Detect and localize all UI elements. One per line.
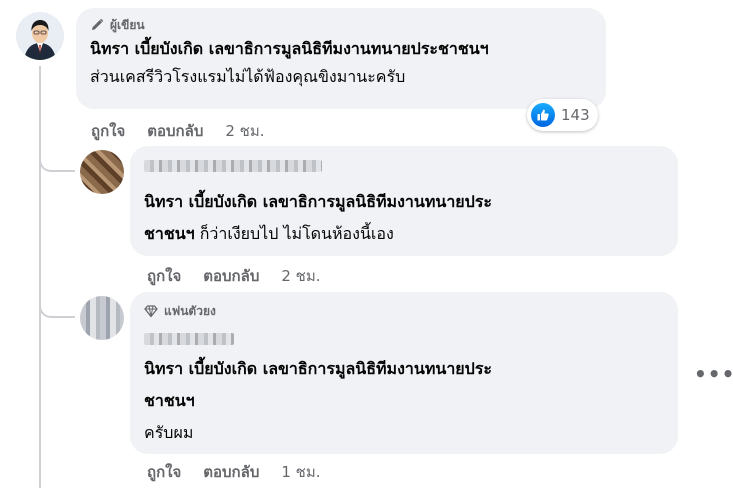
reply-button[interactable]: ตอบกลับ	[203, 264, 259, 288]
like-icon	[531, 103, 555, 127]
badge-label: ผู้เขียน	[110, 17, 145, 32]
pencil-icon	[92, 18, 104, 30]
reaction-count: 143	[561, 106, 590, 124]
reaction-summary[interactable]: 143	[527, 99, 598, 131]
comment-actions: ถูกใจ ตอบกลับ 1 ชม.	[147, 460, 321, 484]
top-fan-badge: แฟนตัวยง	[144, 303, 662, 319]
comment-bubble: นิทรา เบี้ยบังเกิด เลขาธิการมูลนิธิทีมงา…	[130, 146, 678, 256]
thread-branch	[39, 148, 75, 172]
reply-button[interactable]: ตอบกลับ	[203, 460, 259, 484]
comment-text: ก็ว่าเงียบไป ไม่โดนห้องนี้เอง	[194, 224, 394, 243]
comment-timestamp[interactable]: 2 ชม.	[225, 119, 264, 143]
commenter-name-redacted[interactable]	[144, 160, 322, 172]
thread-line	[39, 66, 41, 488]
author-portrait-icon	[16, 12, 64, 60]
badge-label: แฟนตัวยง	[164, 303, 216, 318]
author-badge: ผู้เขียน	[90, 17, 592, 33]
mention-tag[interactable]: นิทรา เบี้ยบังเกิด เลขาธิการมูลนิธิทีมงา…	[144, 186, 662, 218]
comment-actions: ถูกใจ ตอบกลับ 2 ชม.	[91, 119, 265, 143]
thread-branch	[39, 294, 75, 318]
diamond-icon	[144, 305, 158, 318]
commenter-avatar[interactable]	[80, 150, 124, 194]
like-button[interactable]: ถูกใจ	[147, 264, 181, 288]
comment-text: ครับผม	[144, 423, 194, 442]
like-button[interactable]: ถูกใจ	[147, 460, 181, 484]
comment-body: นิทรา เบี้ยบังเกิด เลขาธิการมูลนิธิทีมงา…	[144, 353, 662, 449]
more-options-icon[interactable]: •••	[694, 362, 733, 386]
comment-timestamp[interactable]: 1 ชม.	[281, 460, 320, 484]
like-button[interactable]: ถูกใจ	[91, 119, 125, 143]
mention-tag[interactable]: นิทรา เบี้ยบังเกิด เลขาธิการมูลนิธิทีมงา…	[144, 353, 662, 385]
mention-tag-cont[interactable]: ชาชนฯ	[144, 224, 195, 243]
reply-button[interactable]: ตอบกลับ	[147, 119, 203, 143]
comment-body: นิทรา เบี้ยบังเกิด เลขาธิการมูลนิธิทีมงา…	[144, 186, 662, 250]
commenter-avatar[interactable]	[80, 296, 124, 340]
comment-bubble: แฟนตัวยง นิทรา เบี้ยบังเกิด เลขาธิการมูล…	[130, 292, 678, 454]
comment-timestamp[interactable]: 2 ชม.	[281, 264, 320, 288]
author-avatar[interactable]	[16, 12, 64, 60]
comment-text: ส่วนเคสรีวิวโรงแรมไม่ได้ฟ้องคุณขิงมานะคร…	[90, 67, 406, 86]
comment-bubble: ผู้เขียน นิทรา เบี้ยบังเกิด เลขาธิการมูล…	[76, 8, 606, 109]
commenter-name-redacted[interactable]	[144, 333, 234, 345]
mention-tag-cont[interactable]: ชาชนฯ	[144, 385, 662, 417]
comment-actions: ถูกใจ ตอบกลับ 2 ชม.	[147, 264, 321, 288]
